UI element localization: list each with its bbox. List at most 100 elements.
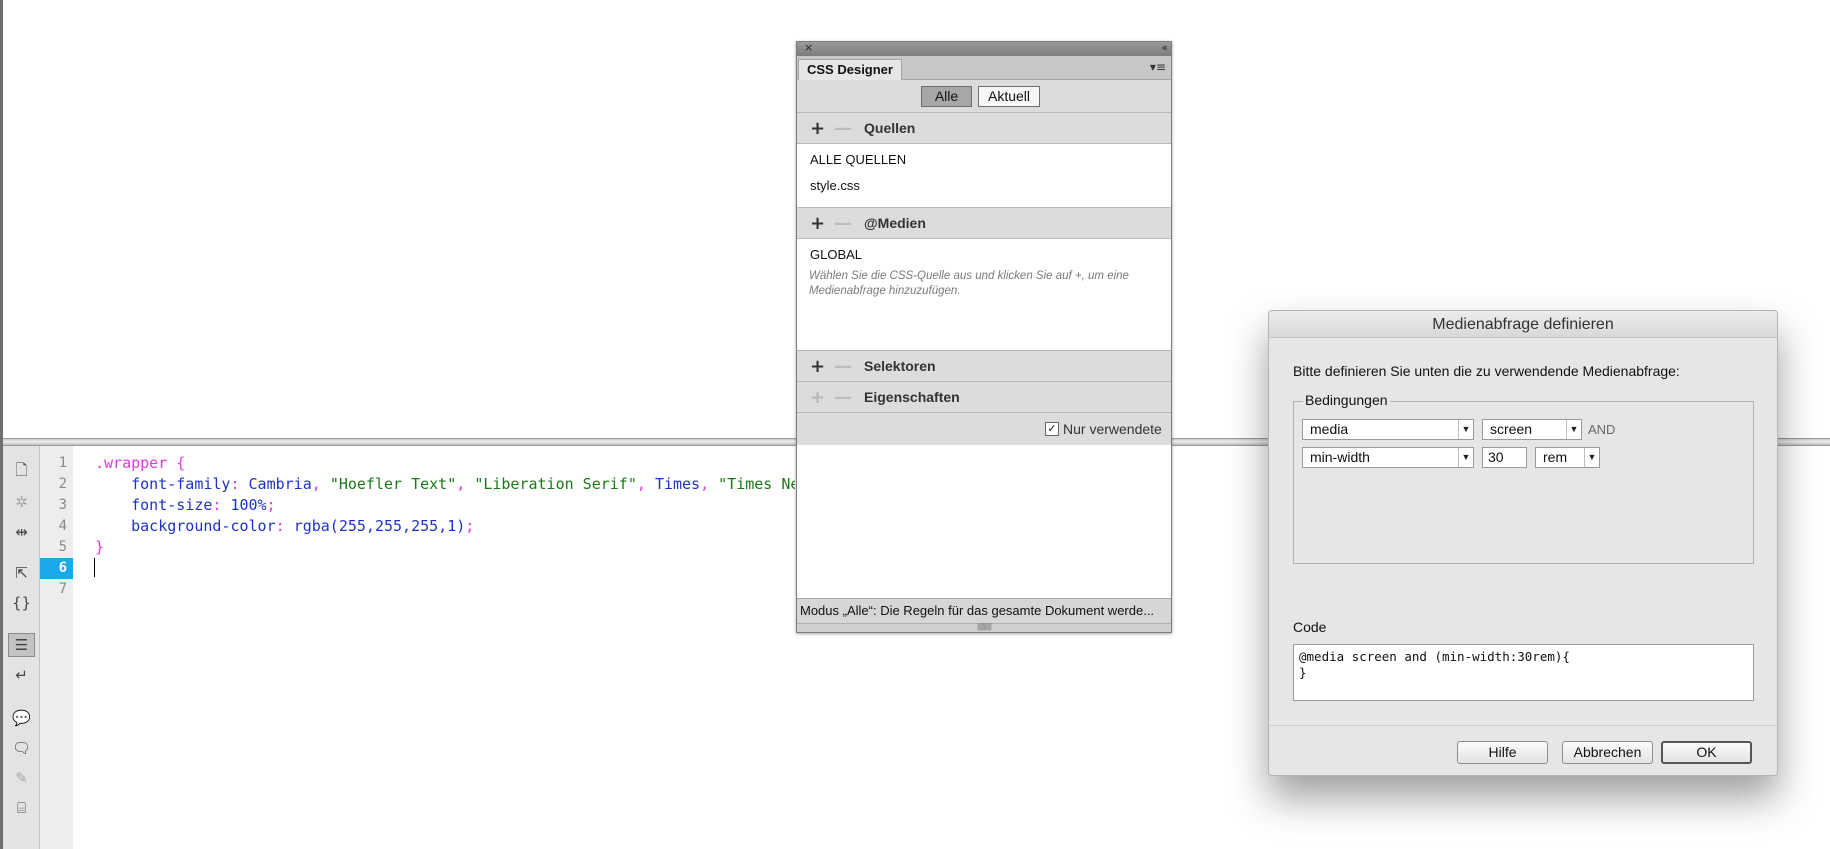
remove-comment-icon[interactable]: 🗨 (8, 736, 35, 760)
semicolon: ; (266, 496, 276, 514)
word-wrap-icon[interactable]: ↵ (8, 663, 35, 687)
code-label: Code (1293, 619, 1327, 635)
code-line-2[interactable]: font-family: Cambria, "Hoefler Text", "L… (95, 474, 795, 495)
line-number: 5 (58, 539, 67, 555)
show-set-checkbox[interactable]: ✓ (1045, 422, 1059, 436)
chevron-down-icon: ▼ (1458, 420, 1473, 439)
semicolon: ; (465, 517, 475, 535)
tab-css-designer[interactable]: CSS Designer (798, 59, 902, 81)
wrap-tag-icon[interactable]: ⌸ (8, 796, 35, 820)
show-code-navigator-icon[interactable]: ✲ (8, 490, 35, 514)
css-string: "Times New Roman" (718, 475, 795, 493)
css-value: 100% (230, 496, 267, 514)
select-value: min-width (1310, 449, 1370, 465)
css-selector: .wrapper { (95, 454, 186, 472)
apply-comment-icon[interactable]: 💬 (8, 706, 35, 730)
source-item-all[interactable]: ALLE QUELLEN (810, 152, 906, 167)
code-preview-line: @media screen and (min-width:30rem){ (1299, 649, 1570, 664)
conditions-label: Bedingungen (1303, 392, 1390, 408)
code-line-5[interactable]: } (95, 537, 795, 558)
open-documents-icon[interactable]: 🗋 (8, 460, 35, 484)
close-icon[interactable]: × (804, 41, 813, 54)
unit-select[interactable]: rem ▼ (1535, 447, 1600, 468)
media-type-select[interactable]: media ▼ (1302, 419, 1474, 440)
add-property-button[interactable]: + (810, 387, 825, 408)
line-numbers-icon[interactable]: ☰ (8, 633, 35, 657)
add-source-button[interactable]: + (810, 118, 825, 139)
media-feature-select[interactable]: min-width ▼ (1302, 447, 1474, 468)
mode-all-button[interactable]: Alle (921, 86, 972, 107)
code-line-4[interactable]: background-color: rgba(255,255,255,1); (95, 516, 795, 537)
css-property: font-size (95, 496, 213, 514)
section-title: Quellen (864, 120, 916, 136)
mode-current-button[interactable]: Aktuell (978, 86, 1040, 107)
panel-title-bar[interactable]: × ‹‹ (797, 41, 1171, 56)
line-number: 1 (58, 455, 67, 471)
css-value: rgba(255,255,255,1) (293, 517, 466, 535)
code-line-1[interactable]: .wrapper { (95, 453, 795, 474)
panel-body: Alle Aktuell + — Quellen ALLE QUELLEN st… (797, 80, 1171, 632)
properties-section-header[interactable]: + — Eigenschaften (797, 381, 1171, 413)
current-line-number: 6 (40, 558, 73, 579)
media-section-header[interactable]: + — @Medien (797, 207, 1171, 239)
cancel-button[interactable]: Abbrechen (1562, 741, 1653, 764)
dialog-prompt: Bitte definieren Sie unten die zu verwen… (1293, 363, 1680, 379)
define-media-query-dialog: Medienabfrage definieren Bitte definiere… (1268, 310, 1778, 776)
code-line-3[interactable]: font-size: 100%; (95, 495, 795, 516)
line-number: 7 (58, 581, 67, 597)
show-set-label: Nur verwendete (1063, 421, 1162, 437)
collapse-to-icons-icon[interactable]: ‹‹ (1161, 41, 1168, 54)
css-designer-panel: × ‹‹ CSS Designer ▾≡ Alle Aktuell + — Qu… (796, 41, 1172, 633)
line-number: 2 (58, 476, 67, 492)
select-value: rem (1543, 449, 1568, 465)
section-title: Selektoren (864, 358, 936, 374)
remove-media-query-button[interactable]: — (834, 213, 852, 234)
media-hint-text: Wählen Sie die CSS-Quelle aus und klicke… (809, 270, 1129, 297)
dialog-divider (1269, 725, 1777, 726)
help-button[interactable]: Hilfe (1457, 741, 1548, 764)
chevron-down-icon: ▼ (1584, 448, 1599, 467)
closing-brace: } (95, 538, 105, 556)
panel-status-bar: Modus „Alle“: Die Regeln für das gesamte… (797, 598, 1171, 623)
source-item-style-css[interactable]: style.css (810, 178, 860, 193)
comma: , (636, 475, 655, 493)
add-media-query-button[interactable]: + (810, 213, 825, 234)
collapse-full-tag-icon[interactable]: ⇹ (8, 520, 35, 544)
remove-source-button[interactable]: — (834, 118, 852, 139)
css-value: Cambria (248, 475, 312, 493)
remove-selector-button[interactable]: — (834, 356, 852, 377)
resize-grip[interactable]: ||||||||||||| (797, 623, 1171, 632)
comma: , (311, 475, 330, 493)
dreamweaver-workspace: 🗋 ✲ ⇹ ⇱ {} ☰ ↵ 💬 🗨 ✎ ⌸ 1 2 3 4 5 6 7 .wr… (0, 0, 1830, 849)
colon: : (212, 496, 231, 514)
select-value: media (1310, 421, 1349, 437)
mode-toggle-row: Alle Aktuell (797, 80, 1171, 112)
chevron-down-icon: ▼ (1566, 420, 1581, 439)
coding-toolbar: 🗋 ✲ ⇹ ⇱ {} ☰ ↵ 💬 🗨 ✎ ⌸ (3, 446, 40, 849)
text-cursor (94, 558, 95, 577)
dialog-title: Medienabfrage definieren (1269, 311, 1777, 338)
line-number: 4 (58, 518, 67, 534)
format-source-code-icon[interactable]: ✎ (8, 766, 35, 790)
section-title: Eigenschaften (864, 389, 960, 405)
section-title: @Medien (864, 215, 926, 231)
balance-braces-icon[interactable]: {} (8, 591, 35, 615)
remove-property-button[interactable]: — (834, 387, 852, 408)
conjunction-label: AND (1588, 422, 1616, 437)
add-selector-button[interactable]: + (810, 356, 825, 377)
comma: , (456, 475, 475, 493)
code-preview[interactable]: @media screen and (min-width:30rem){} (1293, 644, 1754, 701)
conditions-group: media ▼ screen ▼ AND min-width ▼ 30 rem … (1293, 401, 1754, 564)
media-item-global[interactable]: GLOBAL (810, 247, 862, 262)
select-parent-tag-icon[interactable]: ⇱ (8, 561, 35, 585)
panel-options-menu-icon[interactable]: ▾≡ (1150, 60, 1166, 74)
line-number: 3 (58, 497, 67, 513)
css-property: font-family (95, 475, 231, 493)
selectors-section-header[interactable]: + — Selektoren (797, 350, 1171, 382)
colon: : (275, 517, 294, 535)
code-preview-line: } (1299, 665, 1307, 680)
sources-section-header[interactable]: + — Quellen (797, 112, 1171, 144)
ok-button[interactable]: OK (1661, 741, 1752, 764)
media-value-select[interactable]: screen ▼ (1482, 419, 1582, 440)
feature-value-input[interactable]: 30 (1482, 447, 1527, 468)
